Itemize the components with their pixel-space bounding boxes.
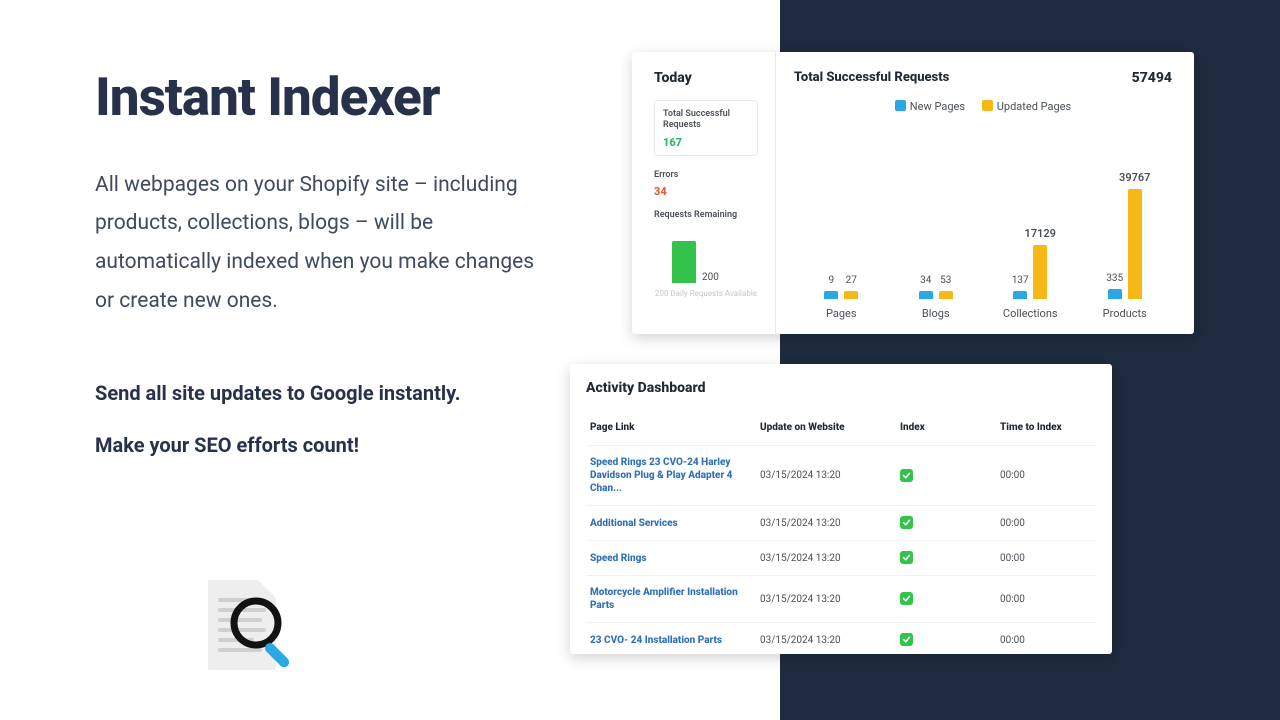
- activity-table: Page Link Update on Website Index Time t…: [586, 414, 1096, 657]
- bar-value: 335: [1106, 273, 1123, 284]
- bar-value: 34: [920, 275, 931, 286]
- update-timestamp: 03/15/2024 13:20: [756, 623, 896, 658]
- time-to-index: 00:00: [996, 576, 1096, 623]
- page-link[interactable]: Motorcycle Amplifier Installation Parts: [586, 576, 756, 623]
- update-timestamp: 03/15/2024 13:20: [756, 541, 896, 576]
- chart-group-blogs: 34 53 Blogs: [889, 130, 984, 320]
- legend-swatch-new: [895, 100, 906, 111]
- bar-collections-updated: 17129: [1033, 245, 1047, 299]
- bar-value: 17129: [1025, 227, 1056, 240]
- chart-title: Total Successful Requests: [794, 70, 949, 85]
- table-row: 23 CVO- 24 Installation Parts03/15/2024 …: [586, 623, 1096, 658]
- check-icon: [900, 633, 913, 646]
- col-time: Time to Index: [996, 414, 1096, 446]
- check-icon: [900, 592, 913, 605]
- check-icon: [900, 551, 913, 564]
- index-status-cell: [896, 446, 996, 506]
- chart-category-label: Products: [1103, 307, 1147, 320]
- page-link[interactable]: Additional Services: [586, 506, 756, 541]
- legend-swatch-updated: [982, 100, 993, 111]
- chart-category-label: Collections: [1003, 307, 1058, 320]
- bar-products-new: 335: [1108, 289, 1122, 299]
- activity-header-row: Page Link Update on Website Index Time t…: [586, 414, 1096, 446]
- stat-errors-label: Errors: [654, 170, 758, 181]
- remaining-bar: [672, 241, 696, 283]
- bar-value: 53: [940, 275, 951, 286]
- index-status-cell: [896, 506, 996, 541]
- time-to-index: 00:00: [996, 623, 1096, 658]
- stat-successful-value: 167: [663, 136, 749, 149]
- search-document-illustration: [200, 580, 320, 700]
- col-update: Update on Website: [756, 414, 896, 446]
- update-timestamp: 03/15/2024 13:20: [756, 506, 896, 541]
- today-heading: Today: [654, 70, 770, 86]
- chart-legend: New Pages Updated Pages: [794, 100, 1172, 113]
- bar-pages-updated: 27: [844, 291, 858, 299]
- remaining-cap: 200: [702, 272, 719, 283]
- hero-bold-2: Make your SEO efforts count!: [95, 433, 535, 457]
- table-row: Speed Rings 23 CVO-24 Harley Davidson Pl…: [586, 446, 1096, 506]
- index-status-cell: [896, 576, 996, 623]
- time-to-index: 00:00: [996, 446, 1096, 506]
- page-link[interactable]: 23 CVO- 24 Installation Parts: [586, 623, 756, 658]
- hero-body: All webpages on your Shopify site – incl…: [95, 166, 535, 321]
- time-to-index: 00:00: [996, 506, 1096, 541]
- activity-dashboard-card: Activity Dashboard Page Link Update on W…: [570, 364, 1112, 654]
- legend-updated-label: Updated Pages: [997, 100, 1071, 113]
- activity-title: Activity Dashboard: [586, 380, 1096, 396]
- check-icon: [900, 469, 913, 482]
- chart-total: 57494: [1132, 70, 1172, 86]
- hero-title: Instant Indexer: [95, 70, 535, 126]
- stat-successful-requests: Total Successful Requests 167: [654, 100, 758, 156]
- bar-value: 137: [1012, 275, 1029, 286]
- remaining-subtext: 200 Daily Requests Available: [654, 289, 758, 299]
- update-timestamp: 03/15/2024 13:20: [756, 576, 896, 623]
- requests-chart: Total Successful Requests 57494 New Page…: [770, 70, 1172, 320]
- chart-group-products: 335 39767 Products: [1078, 130, 1173, 320]
- table-row: Speed Rings03/15/2024 13:20 00:00: [586, 541, 1096, 576]
- stat-remaining-label: Requests Remaining: [654, 210, 758, 221]
- bar-value: 27: [846, 275, 857, 286]
- col-page-link: Page Link: [586, 414, 756, 446]
- table-row: Additional Services03/15/2024 13:20 00:00: [586, 506, 1096, 541]
- stats-chart-card: Today Total Successful Requests 167 Erro…: [632, 52, 1194, 334]
- bar-products-updated: 39767: [1128, 189, 1142, 299]
- page-link[interactable]: Speed Rings: [586, 541, 756, 576]
- page-link[interactable]: Speed Rings 23 CVO-24 Harley Davidson Pl…: [586, 446, 756, 506]
- update-timestamp: 03/15/2024 13:20: [756, 446, 896, 506]
- col-index: Index: [896, 414, 996, 446]
- legend-new-label: New Pages: [910, 100, 965, 113]
- table-row: Motorcycle Amplifier Installation Parts0…: [586, 576, 1096, 623]
- bar-collections-new: 137: [1013, 291, 1027, 299]
- bar-blogs-updated: 53: [939, 291, 953, 299]
- chart-category-label: Blogs: [922, 307, 950, 320]
- chart-group-collections: 137 17129 Collections: [983, 130, 1078, 320]
- stat-successful-label: Total Successful Requests: [663, 109, 749, 132]
- chart-category-label: Pages: [826, 307, 857, 320]
- stat-requests-remaining: Requests Remaining 200 200 Daily Request…: [654, 210, 758, 299]
- stat-errors-value: 34: [654, 185, 758, 198]
- index-status-cell: [896, 541, 996, 576]
- magnifier-icon: [228, 595, 308, 675]
- check-icon: [900, 516, 913, 529]
- stat-errors: Errors 34: [654, 170, 758, 198]
- today-stats-column: Today Total Successful Requests 167 Erro…: [654, 70, 770, 320]
- bar-value: 39767: [1119, 171, 1150, 184]
- hero-copy: Instant Indexer All webpages on your Sho…: [95, 70, 535, 457]
- bar-value: 9: [828, 275, 834, 286]
- bar-blogs-new: 34: [919, 291, 933, 299]
- bar-pages-new: 9: [824, 291, 838, 299]
- hero-bold-1: Send all site updates to Google instantl…: [95, 381, 535, 405]
- time-to-index: 00:00: [996, 541, 1096, 576]
- chart-group-pages: 9 27 Pages: [794, 130, 889, 320]
- index-status-cell: [896, 623, 996, 658]
